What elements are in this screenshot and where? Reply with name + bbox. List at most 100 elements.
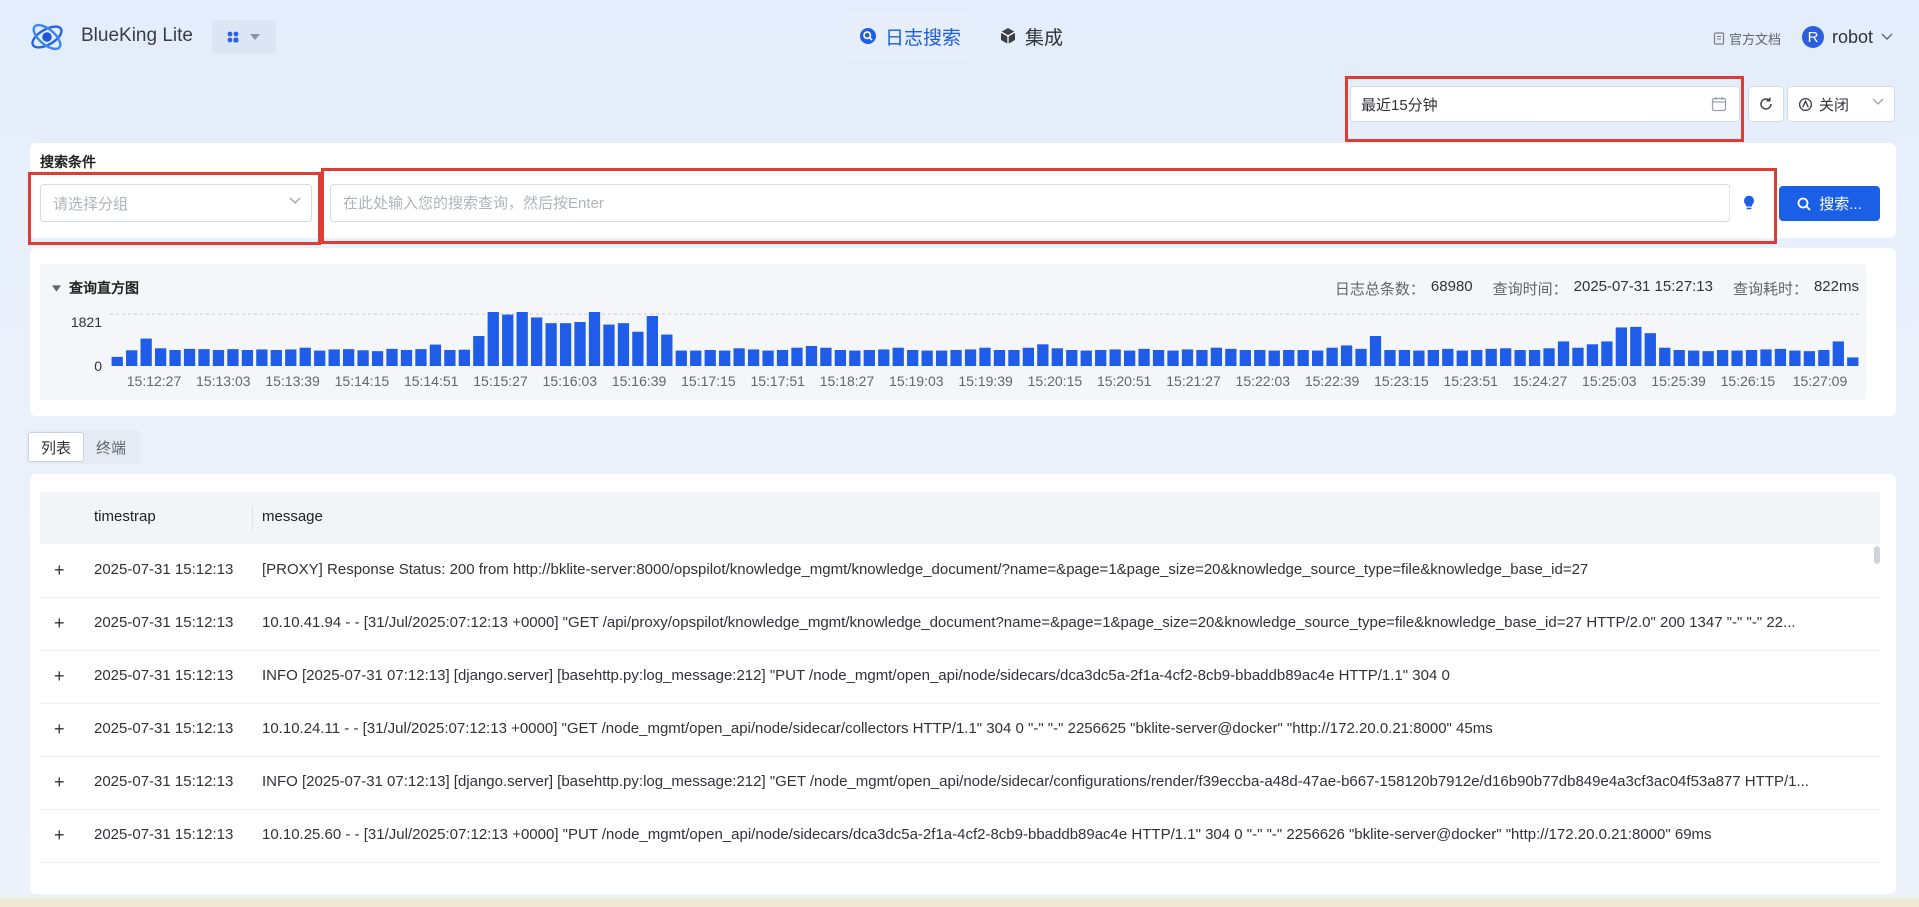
table-row[interactable]: + 2025-07-31 15:12:13 INFO [2025-07-31 0… [40, 757, 1880, 810]
x-tick-label: 15:24:27 [1513, 373, 1568, 389]
auto-refresh-select[interactable]: 关闭 [1787, 86, 1895, 122]
histogram-bar [617, 323, 630, 366]
histogram-bar [1543, 348, 1555, 366]
histogram-bar [1181, 349, 1194, 366]
y-axis-min-label: 0 [94, 358, 102, 374]
histogram-bar [1254, 350, 1266, 366]
x-tick-label: 15:21:27 [1166, 373, 1221, 389]
column-divider[interactable] [252, 506, 253, 530]
histogram-bar [386, 348, 398, 366]
search-conditions-label: 搜索条件 [40, 154, 96, 170]
expand-row-button[interactable]: + [54, 666, 65, 687]
view-tabs: 列表 终端 [26, 430, 141, 464]
x-tick-label: 15:19:39 [958, 373, 1013, 389]
histogram-bar [1268, 350, 1280, 366]
column-header-message[interactable]: message [262, 508, 323, 525]
histogram-bar [1774, 348, 1787, 366]
expand-row-button[interactable]: + [54, 772, 65, 793]
histogram-bar [1095, 350, 1107, 366]
search-circle-icon [860, 28, 876, 44]
expand-row-button[interactable]: + [54, 613, 65, 634]
table-row[interactable]: + 2025-07-31 15:12:13 10.10.25.60 - - [3… [40, 810, 1880, 863]
histogram-bar [1152, 350, 1165, 366]
time-range-picker[interactable]: 最近15分钟 [1350, 86, 1740, 122]
expand-row-button[interactable]: + [54, 560, 65, 581]
x-tick-label: 15:18:27 [820, 373, 875, 389]
histogram-bar [690, 350, 702, 366]
bottom-strip [0, 898, 1919, 907]
search-query-input[interactable] [330, 184, 1730, 222]
histogram-bar [733, 348, 745, 366]
histogram-bar [415, 349, 427, 366]
histogram-bar [1716, 350, 1729, 366]
chevron-down-icon [289, 197, 301, 204]
query-hint-button[interactable] [1729, 185, 1767, 221]
column-header-timestrap[interactable]: timestrap [94, 508, 156, 525]
histogram-bar [140, 338, 152, 366]
histogram-bar [241, 350, 254, 366]
histogram-bar [1355, 348, 1367, 366]
x-tick-label: 15:17:15 [681, 373, 736, 389]
blueking-logo-icon[interactable] [28, 18, 66, 56]
histogram-bar [299, 347, 311, 366]
user-menu[interactable]: R robot [1802, 26, 1893, 48]
histogram-bar [1745, 350, 1758, 366]
expand-row-button[interactable]: + [54, 719, 65, 740]
nav-integration[interactable]: 集成 [983, 14, 1079, 58]
histogram-bar [1022, 347, 1035, 366]
histogram-bar [1239, 350, 1251, 366]
tab-list[interactable]: 列表 [28, 432, 85, 462]
tab-terminal[interactable]: 终端 [84, 432, 138, 462]
row-message: INFO [2025-07-31 07:12:13] [django.serve… [262, 773, 1809, 790]
search-button[interactable]: 搜索... [1779, 186, 1880, 221]
histogram-bar [791, 347, 803, 366]
expand-row-button[interactable]: + [54, 825, 65, 846]
app-switcher-button[interactable] [212, 20, 276, 54]
official-docs-link[interactable]: 官方文档 [1713, 29, 1781, 48]
x-tick-label: 15:26:15 [1721, 373, 1776, 389]
cube-icon [1000, 28, 1016, 44]
histogram-toggle[interactable]: 查询直方图 [52, 278, 139, 298]
table-row[interactable]: + 2025-07-31 15:12:13 [PROXY] Response S… [40, 545, 1880, 598]
histogram-bar [1832, 341, 1844, 366]
histogram-bar [1731, 350, 1743, 366]
x-tick-label: 15:16:03 [543, 373, 598, 389]
histogram-bar [1109, 349, 1121, 366]
histogram-bar [545, 323, 557, 366]
histogram-bar [950, 350, 962, 366]
x-tick-label: 15:22:39 [1305, 373, 1360, 389]
histogram-bar [588, 312, 601, 366]
histogram-bar [516, 312, 528, 366]
histogram-bar [256, 349, 268, 366]
x-tick-label: 15:19:03 [889, 373, 944, 389]
histogram-bar [559, 323, 572, 366]
x-tick-label: 15:22:03 [1236, 373, 1291, 389]
histogram-bar [907, 350, 919, 366]
histogram-bar [154, 348, 167, 366]
histogram-bar [1196, 350, 1208, 366]
refresh-button[interactable] [1748, 86, 1784, 122]
histogram-chart[interactable]: 15:12:27 15:13:03 15:13:39 15:14:15 15:14:51… [110, 312, 1860, 396]
query-time-value: 2025-07-31 15:27:13 [1573, 278, 1713, 295]
x-tick-label: 15:20:51 [1097, 373, 1152, 389]
histogram-bar [314, 350, 326, 366]
histogram-bar [964, 349, 977, 366]
table-row[interactable]: + 2025-07-31 15:12:13 INFO [2025-07-31 0… [40, 651, 1880, 704]
histogram-bar [1456, 350, 1468, 366]
table-row[interactable]: + 2025-07-31 15:12:13 10.10.24.11 - - [3… [40, 704, 1880, 757]
table-scrollbar[interactable] [1874, 546, 1880, 564]
caret-down-icon [52, 284, 61, 292]
group-select[interactable]: 请选择分组 [40, 184, 312, 222]
histogram-bar [1167, 350, 1179, 366]
histogram-bar [1413, 350, 1425, 366]
total-count-value: 68980 [1430, 278, 1473, 295]
x-tick-label: 15:12:27 [127, 373, 182, 389]
histogram-bar [892, 347, 904, 366]
table-row[interactable]: + 2025-07-31 15:12:13 10.10.41.94 - - [3… [40, 598, 1880, 651]
row-timestamp: 2025-07-31 15:12:13 [94, 614, 234, 631]
histogram-bar [198, 349, 210, 366]
nav-log-search[interactable]: 日志搜索 [843, 14, 978, 58]
elapsed-label: 查询耗时： [1732, 281, 1808, 298]
histogram-bar [400, 350, 413, 366]
document-icon [1713, 32, 1725, 45]
